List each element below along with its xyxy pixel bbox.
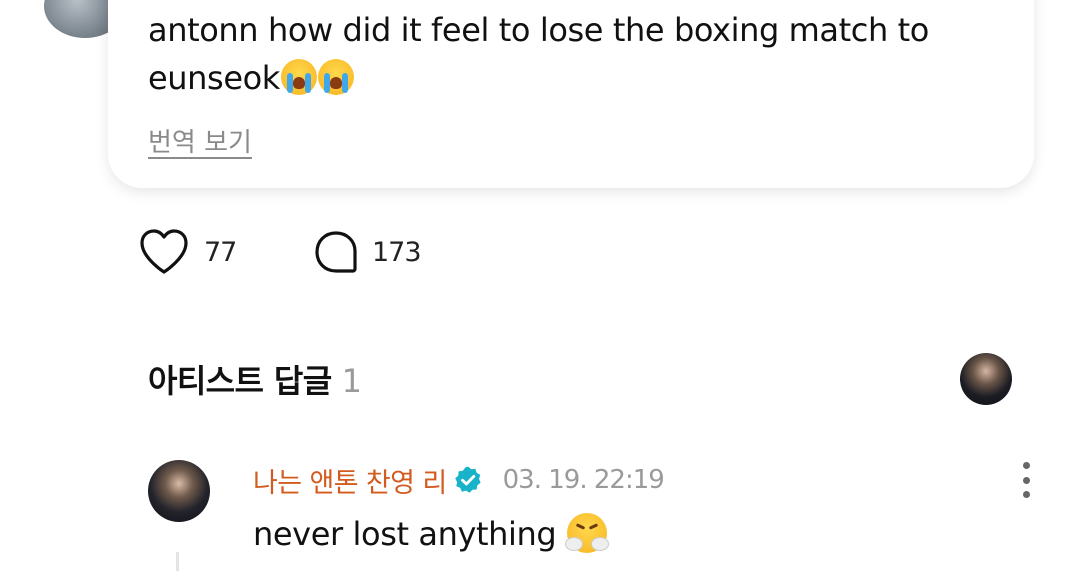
artist-replies-count: 1: [341, 362, 362, 400]
post-card: antonn how did it feel to lose the boxin…: [108, 0, 1034, 188]
face-with-steam-icon: [565, 513, 610, 553]
heart-icon: [140, 229, 188, 274]
speech-bubble-icon: [315, 231, 357, 273]
reply-body: never lost anything: [253, 510, 610, 558]
loudly-crying-face-icon: [280, 59, 317, 95]
reply-text: never lost anything: [253, 515, 557, 553]
post-detail-page: antonn how did it feel to lose the boxin…: [0, 0, 1080, 571]
reply-author-avatar[interactable]: [148, 460, 210, 522]
reply-timestamp: 03. 19. 22:19: [502, 465, 665, 495]
comment-button[interactable]: 173: [314, 228, 422, 276]
like-button[interactable]: 77: [138, 228, 237, 276]
artist-replies-heading: 아티스트 답글 1: [148, 356, 362, 402]
more-vertical-icon[interactable]: [1014, 462, 1038, 498]
verified-badge-icon: [454, 466, 481, 493]
comment-count: 173: [372, 236, 422, 268]
reply-header: 나는 앤톤 찬영 리 03. 19. 22:19: [253, 461, 665, 500]
post-text: antonn how did it feel to lose the boxin…: [148, 11, 929, 97]
artist-replies-title: 아티스트 답글: [148, 362, 332, 400]
artist-avatar[interactable]: [960, 353, 1012, 405]
like-count: 77: [204, 236, 237, 268]
thread-line: [176, 552, 179, 571]
loudly-crying-face-icon: [317, 59, 354, 95]
post-body: antonn how did it feel to lose the boxin…: [148, 6, 1008, 102]
translate-link[interactable]: 번역 보기: [148, 122, 252, 159]
reply-author-name[interactable]: 나는 앤톤 찬영 리: [253, 461, 447, 500]
